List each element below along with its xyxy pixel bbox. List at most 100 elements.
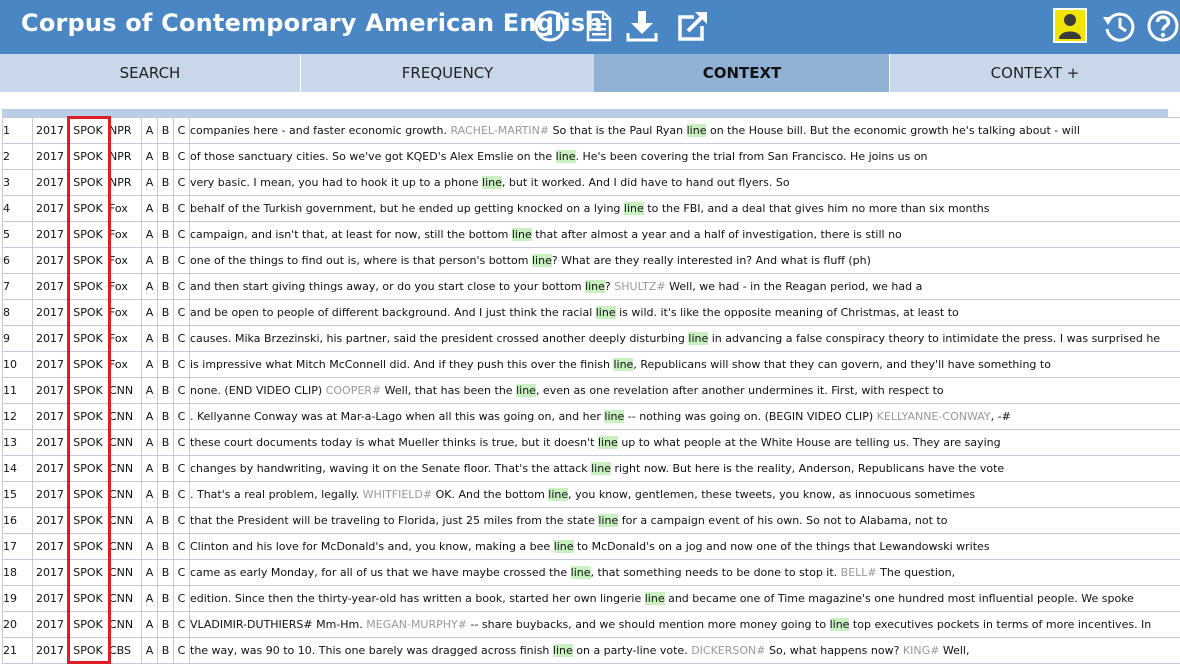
row-source[interactable]: CNN — [109, 534, 142, 560]
context-b-link[interactable]: B — [158, 534, 174, 560]
keyword-highlight[interactable]: line — [624, 202, 644, 215]
context-b-link[interactable]: B — [158, 274, 174, 300]
tab-frequency[interactable]: FREQUENCY — [301, 54, 594, 92]
context-b-link[interactable]: B — [158, 170, 174, 196]
context-a-link[interactable]: A — [142, 170, 158, 196]
context-c-link[interactable]: C — [174, 456, 190, 482]
row-source[interactable]: NPR — [109, 170, 142, 196]
keyword-highlight[interactable]: line — [556, 150, 576, 163]
context-c-link[interactable]: C — [174, 118, 190, 144]
context-b-link[interactable]: B — [158, 378, 174, 404]
document-icon[interactable] — [582, 9, 616, 43]
keyword-highlight[interactable]: line — [482, 176, 502, 189]
keyword-highlight[interactable]: line — [512, 228, 532, 241]
context-a-link[interactable]: A — [142, 508, 158, 534]
row-source[interactable]: CBS — [109, 638, 142, 664]
keyword-highlight[interactable]: line — [645, 592, 665, 605]
row-source[interactable]: CNN — [109, 586, 142, 612]
row-source[interactable]: NPR — [109, 144, 142, 170]
tab-context[interactable]: CONTEXT — [594, 54, 890, 92]
keyword-highlight[interactable]: line — [585, 280, 605, 293]
keyword-highlight[interactable]: line — [598, 514, 618, 527]
row-source[interactable]: Fox — [109, 222, 142, 248]
context-a-link[interactable]: A — [142, 638, 158, 664]
tab-context-plus[interactable]: CONTEXT + — [890, 54, 1180, 92]
context-a-link[interactable]: A — [142, 378, 158, 404]
context-b-link[interactable]: B — [158, 508, 174, 534]
context-b-link[interactable]: B — [158, 326, 174, 352]
context-c-link[interactable]: C — [174, 586, 190, 612]
context-b-link[interactable]: B — [158, 612, 174, 638]
context-a-link[interactable]: A — [142, 118, 158, 144]
context-c-link[interactable]: C — [174, 378, 190, 404]
context-c-link[interactable]: C — [174, 638, 190, 664]
context-b-link[interactable]: B — [158, 248, 174, 274]
context-c-link[interactable]: C — [174, 170, 190, 196]
keyword-highlight[interactable]: line — [548, 488, 568, 501]
row-source[interactable]: Fox — [109, 300, 142, 326]
keyword-highlight[interactable]: line — [687, 124, 707, 137]
context-a-link[interactable]: A — [142, 560, 158, 586]
context-b-link[interactable]: B — [158, 482, 174, 508]
context-c-link[interactable]: C — [174, 144, 190, 170]
context-a-link[interactable]: A — [142, 586, 158, 612]
info-icon[interactable] — [533, 9, 567, 43]
context-a-link[interactable]: A — [142, 326, 158, 352]
row-source[interactable]: NPR — [109, 118, 142, 144]
context-a-link[interactable]: A — [142, 274, 158, 300]
context-a-link[interactable]: A — [142, 534, 158, 560]
context-a-link[interactable]: A — [142, 612, 158, 638]
context-c-link[interactable]: C — [174, 326, 190, 352]
context-a-link[interactable]: A — [142, 404, 158, 430]
row-source[interactable]: CNN — [109, 482, 142, 508]
keyword-highlight[interactable]: line — [571, 566, 591, 579]
context-a-link[interactable]: A — [142, 248, 158, 274]
context-c-link[interactable]: C — [174, 534, 190, 560]
row-source[interactable]: Fox — [109, 274, 142, 300]
row-source[interactable]: Fox — [109, 248, 142, 274]
context-a-link[interactable]: A — [142, 222, 158, 248]
context-b-link[interactable]: B — [158, 118, 174, 144]
context-b-link[interactable]: B — [158, 144, 174, 170]
user-icon[interactable] — [1053, 8, 1087, 42]
context-b-link[interactable]: B — [158, 196, 174, 222]
row-source[interactable]: CNN — [109, 508, 142, 534]
context-c-link[interactable]: C — [174, 404, 190, 430]
context-c-link[interactable]: C — [174, 274, 190, 300]
context-c-link[interactable]: C — [174, 196, 190, 222]
context-c-link[interactable]: C — [174, 560, 190, 586]
context-c-link[interactable]: C — [174, 430, 190, 456]
row-source[interactable]: CNN — [109, 378, 142, 404]
context-b-link[interactable]: B — [158, 456, 174, 482]
keyword-highlight[interactable]: line — [596, 306, 616, 319]
context-a-link[interactable]: A — [142, 300, 158, 326]
history-icon[interactable] — [1101, 9, 1135, 43]
context-b-link[interactable]: B — [158, 430, 174, 456]
keyword-highlight[interactable]: line — [598, 436, 618, 449]
context-a-link[interactable]: A — [142, 144, 158, 170]
context-c-link[interactable]: C — [174, 300, 190, 326]
context-c-link[interactable]: C — [174, 248, 190, 274]
external-link-icon[interactable] — [676, 9, 710, 43]
row-source[interactable]: Fox — [109, 352, 142, 378]
row-source[interactable]: CNN — [109, 612, 142, 638]
row-source[interactable]: CNN — [109, 560, 142, 586]
row-source[interactable]: CNN — [109, 456, 142, 482]
help-icon[interactable] — [1146, 9, 1180, 43]
keyword-highlight[interactable]: line — [532, 254, 552, 267]
context-b-link[interactable]: B — [158, 300, 174, 326]
context-b-link[interactable]: B — [158, 638, 174, 664]
keyword-highlight[interactable]: line — [553, 644, 573, 657]
download-icon[interactable] — [625, 9, 659, 43]
tab-search[interactable]: SEARCH — [0, 54, 300, 92]
keyword-highlight[interactable]: line — [554, 540, 574, 553]
context-c-link[interactable]: C — [174, 482, 190, 508]
context-c-link[interactable]: C — [174, 612, 190, 638]
keyword-highlight[interactable]: line — [830, 618, 850, 631]
keyword-highlight[interactable]: line — [688, 332, 708, 345]
context-a-link[interactable]: A — [142, 482, 158, 508]
context-b-link[interactable]: B — [158, 586, 174, 612]
context-a-link[interactable]: A — [142, 352, 158, 378]
keyword-highlight[interactable]: line — [613, 358, 633, 371]
context-a-link[interactable]: A — [142, 456, 158, 482]
